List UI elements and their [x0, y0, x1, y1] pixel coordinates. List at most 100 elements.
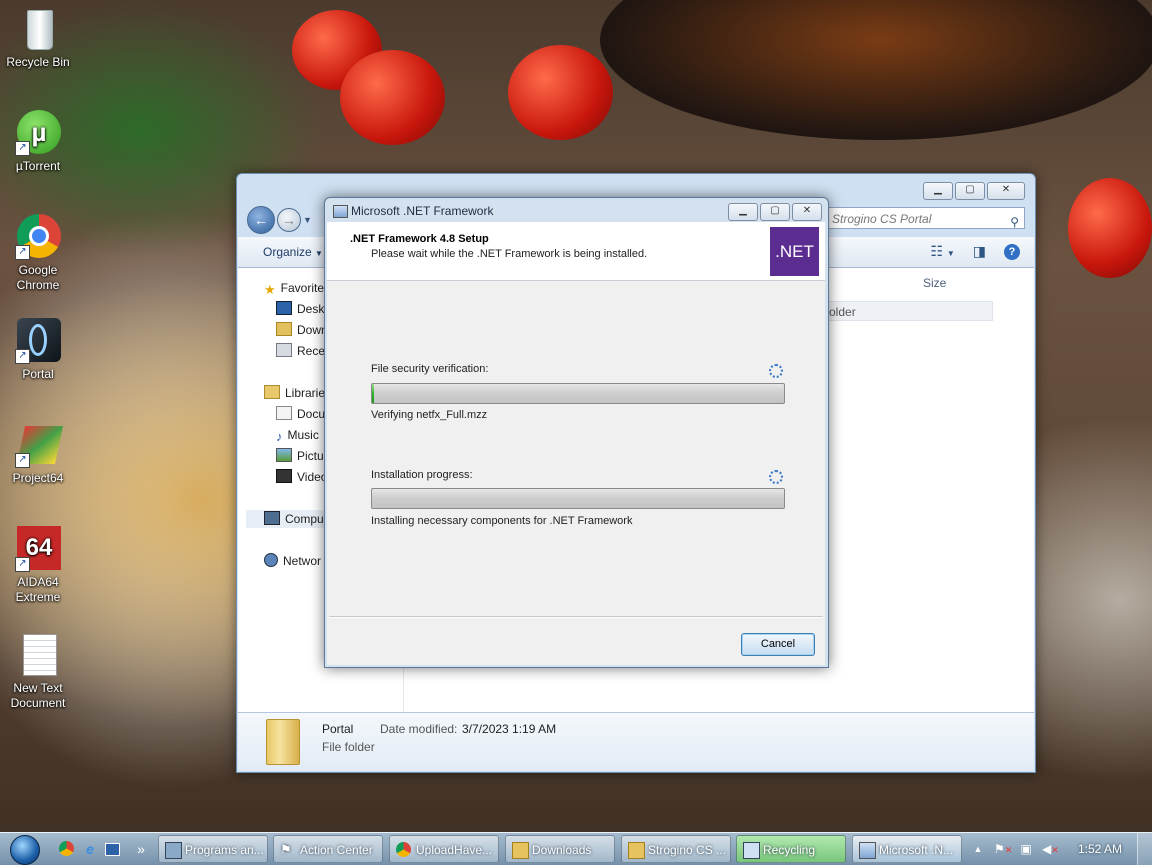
explorer-caption-buttons: ▁ ▢ ✕ [923, 182, 1025, 200]
nav-item-label: Favorite [280, 281, 325, 295]
minimize-button[interactable]: ▁ [728, 203, 758, 221]
taskbar-button-uploadhaven[interactable]: UploadHave... [389, 835, 499, 863]
verification-label: File security verification: [371, 363, 489, 375]
tomato-decor [1068, 178, 1152, 278]
flag-icon: ⚑ [280, 842, 292, 857]
taskbar-button-label: Strogino CS ... [648, 843, 727, 857]
desktop-icon-label: Project64 [12, 471, 64, 485]
search-input[interactable]: Strogino CS Portal ⚲ [825, 207, 1025, 229]
chrome-quicklaunch-icon[interactable] [59, 841, 74, 856]
show-hidden-icons-icon[interactable]: ▲ [970, 842, 986, 856]
nav-item-libraries[interactable]: Librarie [264, 384, 325, 402]
column-header-size[interactable]: Size [923, 276, 946, 290]
pictures-icon [276, 448, 292, 462]
list-item[interactable]: older [823, 301, 993, 321]
install-label: Installation progress: [371, 469, 473, 481]
chrome-icon [396, 842, 411, 857]
nav-item-label: Librarie [285, 386, 326, 400]
desktop-icon-portal[interactable]: ↗ Portal [0, 318, 76, 382]
desktop-icon-label: Recycle Bin [6, 55, 70, 69]
desktop-icon-aida64[interactable]: 64 ↗ AIDA64 Extreme [0, 526, 76, 605]
desktop-icon-label: AIDA64 Extreme [15, 575, 61, 604]
start-button[interactable] [4, 833, 44, 865]
network-icon [264, 553, 278, 567]
nav-item-pictures[interactable]: Pictur [276, 447, 328, 465]
setup-window-icon [333, 205, 348, 218]
internet-explorer-icon[interactable]: e [82, 841, 98, 857]
back-button[interactable]: ← [247, 206, 275, 234]
shortcut-arrow-icon: ↗ [15, 453, 30, 468]
desktop-icon-label: Portal [22, 367, 54, 381]
show-desktop-quicklaunch-icon[interactable] [105, 843, 120, 856]
recent-places-icon [276, 343, 292, 357]
computer-icon [264, 511, 280, 525]
tomato-decor [508, 45, 613, 140]
preview-pane-icon[interactable]: ◨ [973, 243, 986, 260]
taskbar-button-label: Recycling [763, 843, 816, 857]
details-name: Portal [322, 722, 354, 736]
view-options-icon[interactable]: ☷ ▼ [930, 243, 954, 260]
desktop-icon-label: Google Chrome [16, 263, 60, 292]
taskbar-button-programs[interactable]: Programs an... [158, 835, 268, 863]
desktop-icon-recycle-bin[interactable]: Recycle Bin [0, 6, 76, 70]
nav-item-label: Networ [283, 554, 322, 568]
nav-item-videos[interactable]: Video [276, 468, 327, 486]
install-progress-bar [371, 488, 785, 509]
minimize-button[interactable]: ▁ [923, 182, 953, 200]
quicklaunch-overflow-button[interactable]: » [133, 841, 149, 857]
taskbar-button-label: Action Center [300, 843, 373, 857]
search-placeholder: Strogino CS Portal [832, 212, 932, 226]
desktop-icon-new-text-document[interactable]: New Text Document [0, 632, 76, 711]
nav-item-favorites[interactable]: ★ Favorite [264, 279, 324, 297]
project64-icon: ↗ [15, 422, 64, 468]
setup-icon [743, 842, 760, 859]
folder-icon [628, 842, 645, 859]
verification-progress-fill [372, 384, 375, 403]
search-icon[interactable]: ⚲ [1010, 211, 1019, 233]
install-status: Installing necessary components for .NET… [371, 515, 633, 527]
show-desktop-button[interactable] [1137, 833, 1152, 865]
loading-spinner-icon [769, 470, 783, 484]
taskbar-button-dotnet[interactable]: Microsoft .N... [852, 835, 962, 863]
help-icon[interactable]: ? [1004, 243, 1020, 260]
nav-item-network[interactable]: Networ [264, 552, 321, 570]
desktop-icon-project64[interactable]: ↗ Project64 [0, 422, 76, 486]
action-center-flag-icon[interactable]: ⚑✕ [994, 842, 1012, 856]
toolbar-right: ☷ ▼ ◨ ? [930, 243, 1020, 260]
maximize-button[interactable]: ▢ [955, 182, 985, 200]
recycle-bin-icon [15, 6, 61, 52]
forward-button[interactable]: → [277, 208, 301, 232]
nav-item-downloads[interactable]: Down [276, 321, 328, 339]
taskbar: e » Programs an... ⚑ Action Center Uploa… [0, 832, 1152, 865]
recent-pages-dropdown-icon[interactable]: ▼ [303, 215, 312, 225]
nav-item-label: Music [287, 428, 319, 442]
nav-item-music[interactable]: ♪ Music [276, 426, 319, 444]
dotnet-setup-dialog[interactable]: Microsoft .NET Framework ▁ ▢ ✕ .NET Fram… [324, 197, 829, 668]
documents-icon [276, 406, 292, 420]
organize-label: Organize [263, 245, 312, 259]
music-icon: ♪ [276, 429, 283, 444]
desktop-icon-label: New Text Document [10, 681, 66, 710]
setup-window-icon [859, 842, 876, 859]
close-button[interactable]: ✕ [792, 203, 822, 221]
taskbar-button-strogino[interactable]: Strogino CS ... [621, 835, 731, 863]
taskbar-button-downloads[interactable]: Downloads [505, 835, 615, 863]
taskbar-button-recycling[interactable]: Recycling [736, 835, 846, 863]
network-status-icon[interactable]: ▣ [1018, 842, 1034, 856]
cancel-button[interactable]: Cancel [741, 633, 815, 656]
volume-icon[interactable]: ◀✕ [1042, 842, 1059, 856]
nav-item-label: Video [297, 470, 328, 484]
organize-menu[interactable]: Organize ▼ [263, 245, 323, 259]
maximize-button[interactable]: ▢ [760, 203, 790, 221]
text-document-icon [15, 632, 61, 678]
nav-item-desktop[interactable]: Deskt [276, 300, 328, 318]
clock[interactable]: 1:52 AM [1078, 842, 1122, 856]
nav-item-documents[interactable]: Docu [276, 405, 325, 423]
taskbar-button-action-center[interactable]: ⚑ Action Center [273, 835, 383, 863]
desktop-icon-utorrent[interactable]: µ ↗ µTorrent [0, 110, 76, 174]
close-button[interactable]: ✕ [987, 182, 1025, 200]
desktop-icon-label: µTorrent [15, 159, 61, 173]
verification-status: Verifying netfx_Full.mzz [371, 409, 488, 421]
desktop-icon-chrome[interactable]: ↗ Google Chrome [0, 214, 76, 293]
details-modified-label: Date modified: [380, 722, 458, 736]
